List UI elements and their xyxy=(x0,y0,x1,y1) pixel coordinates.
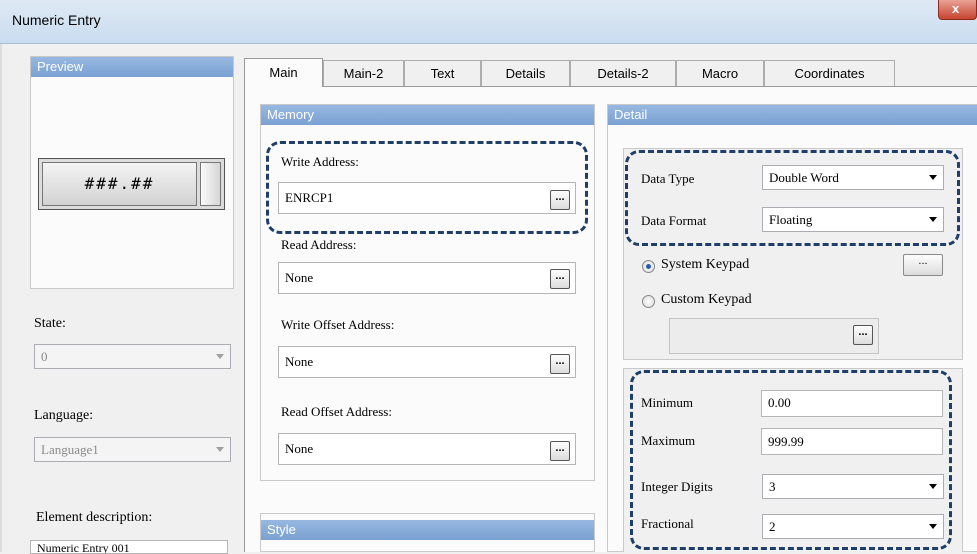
data-format-value: Floating xyxy=(769,212,813,227)
maximum-input[interactable]: 999.99 xyxy=(761,428,943,455)
read-offset-value: None xyxy=(285,441,314,456)
state-value: 0 xyxy=(41,349,48,364)
write-offset-field[interactable]: None xyxy=(278,346,576,378)
tab-details[interactable]: Details xyxy=(481,60,570,86)
memory-header: Memory xyxy=(261,105,594,125)
tab-main[interactable]: Main xyxy=(244,58,323,87)
minimum-value: 0.00 xyxy=(768,395,791,410)
tab-details-2[interactable]: Details-2 xyxy=(570,60,676,86)
minimum-label: Minimum xyxy=(641,395,694,410)
write-address-label: Write Address: xyxy=(281,154,359,169)
language-value: Language1 xyxy=(41,442,99,457)
chevron-down-icon xyxy=(929,217,937,222)
data-type-value: Double Word xyxy=(769,170,839,185)
read-offset-field[interactable]: None xyxy=(278,433,576,465)
data-type-label: Data Type xyxy=(641,171,695,186)
window-edge xyxy=(0,44,2,552)
language-select[interactable]: Language1 xyxy=(34,437,231,462)
chevron-down-icon xyxy=(929,524,937,529)
state-select[interactable]: 0 xyxy=(34,344,231,369)
read-address-label: Read Address: xyxy=(281,237,357,252)
read-offset-label: Read Offset Address: xyxy=(281,404,392,419)
window-title: Numeric Entry xyxy=(12,12,101,28)
write-offset-label: Write Offset Address: xyxy=(281,317,395,332)
maximum-label: Maximum xyxy=(641,433,696,448)
system-keypad-label: System Keypad xyxy=(661,257,750,272)
close-icon: x xyxy=(952,1,960,16)
chevron-down-icon xyxy=(216,447,224,452)
preview-display: ###.## xyxy=(42,162,197,206)
fractional-label: Fractional xyxy=(641,516,694,531)
custom-keypad-label: Custom Keypad xyxy=(661,292,752,307)
chevron-down-icon xyxy=(929,175,937,180)
custom-keypad-field[interactable] xyxy=(669,318,879,354)
write-address-value: ENRCP1 xyxy=(285,190,334,205)
system-keypad-browse-button[interactable]: ... xyxy=(903,254,943,276)
read-address-value: None xyxy=(285,270,314,285)
maximum-value: 999.99 xyxy=(768,434,804,449)
fractional-select[interactable]: 2 xyxy=(762,514,944,539)
write-offset-browse-button[interactable]: ... xyxy=(550,354,570,374)
minimum-input[interactable]: 0.00 xyxy=(761,390,943,417)
preview-header: Preview xyxy=(31,57,233,77)
write-offset-value: None xyxy=(285,354,314,369)
integer-digits-value: 3 xyxy=(769,479,776,494)
data-format-label: Data Format xyxy=(641,213,707,228)
integer-digits-label: Integer Digits xyxy=(641,479,713,494)
read-address-field[interactable]: None xyxy=(278,262,576,294)
read-address-browse-button[interactable]: ... xyxy=(550,269,570,289)
system-keypad-radio[interactable] xyxy=(642,260,655,273)
close-button[interactable]: x xyxy=(938,0,977,20)
tab-text[interactable]: Text xyxy=(404,60,481,86)
style-header: Style xyxy=(261,520,594,540)
language-label: Language: xyxy=(34,408,94,423)
custom-keypad-browse-button[interactable]: ... xyxy=(853,325,873,345)
read-offset-browse-button[interactable]: ... xyxy=(550,441,570,461)
state-label: State: xyxy=(34,316,66,331)
integer-digits-select[interactable]: 3 xyxy=(762,474,944,499)
data-format-select[interactable]: Floating xyxy=(762,207,944,232)
chevron-down-icon xyxy=(216,354,224,359)
write-address-field[interactable]: ENRCP1 xyxy=(278,182,576,214)
preview-side-bar xyxy=(200,162,221,206)
chevron-down-icon xyxy=(929,484,937,489)
tab-main-2[interactable]: Main-2 xyxy=(323,60,404,86)
write-address-browse-button[interactable]: ... xyxy=(550,190,570,210)
element-description-value: Numeric Entry 001 xyxy=(37,541,130,554)
data-type-select[interactable]: Double Word xyxy=(762,165,944,190)
style-panel: Style xyxy=(260,513,595,552)
element-description-label: Element description: xyxy=(36,510,153,525)
tab-macro[interactable]: Macro xyxy=(676,60,764,86)
custom-keypad-radio[interactable] xyxy=(642,295,655,308)
tab-coordinates[interactable]: Coordinates xyxy=(764,60,895,86)
fractional-value: 2 xyxy=(769,519,776,534)
preview-numeric-entry: ###.## xyxy=(38,158,225,210)
detail-header: Detail xyxy=(608,105,977,125)
title-bar xyxy=(0,0,977,44)
